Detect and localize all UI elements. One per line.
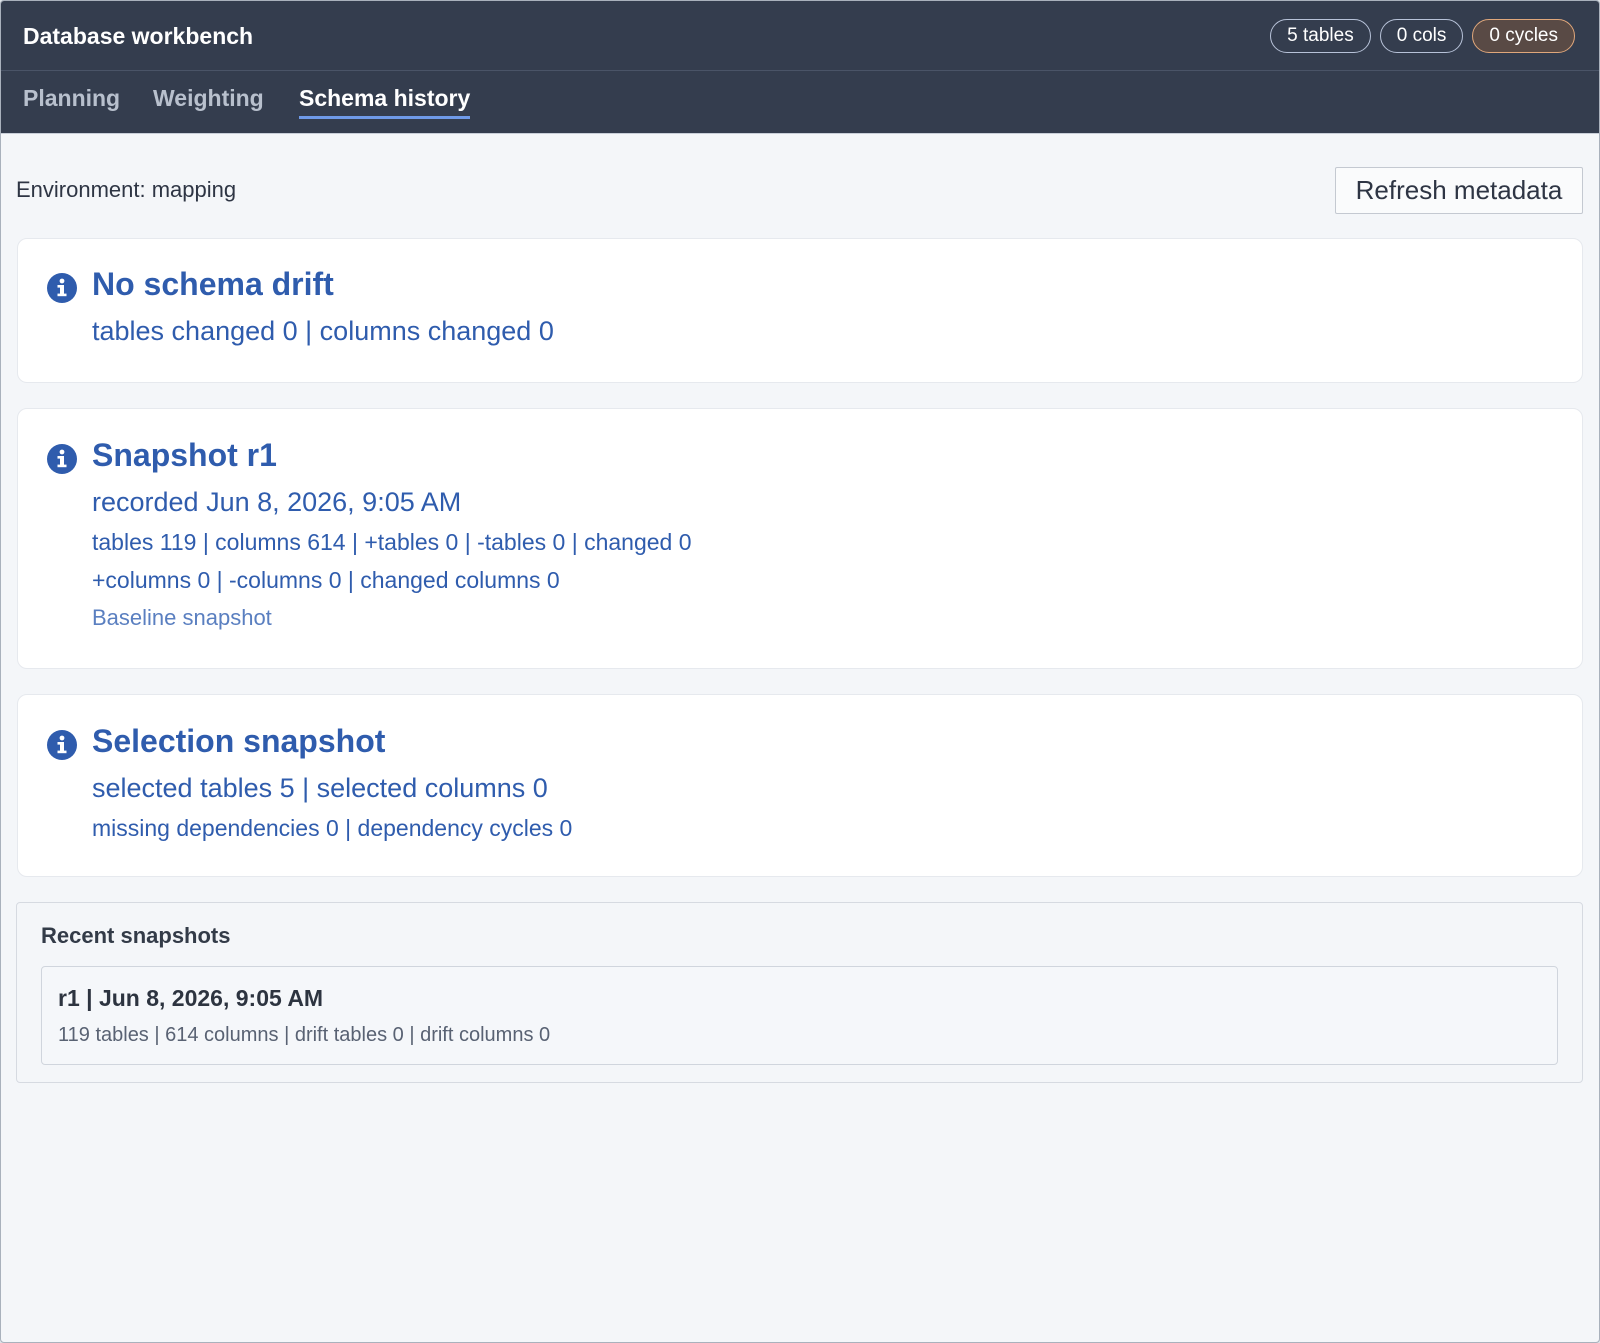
- refresh-metadata-button[interactable]: Refresh metadata: [1335, 167, 1583, 214]
- schema-drift-card: No schema drift tables changed 0 | colum…: [17, 238, 1583, 383]
- info-icon: [47, 444, 77, 474]
- status-pills: 5 tables 0 cols 0 cycles: [1270, 19, 1575, 53]
- recent-snapshots-panel: Recent snapshots r1 | Jun 8, 2026, 9:05 …: [16, 902, 1583, 1083]
- selection-dependencies: missing dependencies 0 | dependency cycl…: [92, 815, 573, 841]
- schema-drift-body: No schema drift tables changed 0 | colum…: [92, 264, 1562, 348]
- snapshot-item-meta: 119 tables | 614 columns | drift tables …: [58, 1024, 551, 1046]
- snapshot-stats-line-1: tables 119 | columns 614 | +tables 0 | -…: [92, 529, 692, 555]
- cycles-count-badge: 0 cycles: [1472, 19, 1575, 53]
- tab-schema-history[interactable]: Schema history: [299, 85, 471, 119]
- top-bar: Database workbench 5 tables 0 cols 0 cyc…: [1, 1, 1599, 71]
- schema-drift-summary: tables changed 0 | columns changed 0: [92, 316, 554, 346]
- snapshot-title: Snapshot r1: [92, 437, 277, 473]
- tab-weighting[interactable]: Weighting: [153, 85, 264, 116]
- snapshot-body: Snapshot r1 recorded Jun 8, 2026, 9:05 A…: [92, 435, 1562, 633]
- app-window: Database workbench 5 tables 0 cols 0 cyc…: [0, 0, 1600, 1343]
- info-icon: [47, 730, 77, 760]
- app-title: Database workbench: [23, 23, 254, 49]
- info-icon: [47, 273, 77, 303]
- environment-label: Environment: mapping: [16, 177, 237, 202]
- snapshot-item-heading: r1 | Jun 8, 2026, 9:05 AM: [58, 985, 324, 1011]
- recent-snapshots-title: Recent snapshots: [41, 923, 231, 948]
- selection-snapshot-summary: selected tables 5 | selected columns 0: [92, 773, 548, 803]
- selection-snapshot-card: Selection snapshot selected tables 5 | s…: [17, 694, 1583, 877]
- selection-snapshot-title: Selection snapshot: [92, 723, 386, 759]
- tables-count-badge: 5 tables: [1270, 19, 1371, 53]
- snapshot-recorded: recorded Jun 8, 2026, 9:05 AM: [92, 487, 462, 517]
- cols-count-badge: 0 cols: [1379, 19, 1464, 53]
- list-item[interactable]: r1 | Jun 8, 2026, 9:05 AM 119 tables | 6…: [41, 966, 1558, 1065]
- snapshot-note: Baseline snapshot: [92, 605, 272, 630]
- tab-planning[interactable]: Planning: [23, 85, 120, 116]
- tab-bar: Planning Weighting Schema history: [1, 71, 1599, 134]
- selection-snapshot-body: Selection snapshot selected tables 5 | s…: [92, 721, 1562, 843]
- snapshot-stats-line-2: +columns 0 | -columns 0 | changed column…: [92, 567, 560, 593]
- snapshot-card: Snapshot r1 recorded Jun 8, 2026, 9:05 A…: [17, 408, 1583, 669]
- schema-drift-title: No schema drift: [92, 266, 334, 302]
